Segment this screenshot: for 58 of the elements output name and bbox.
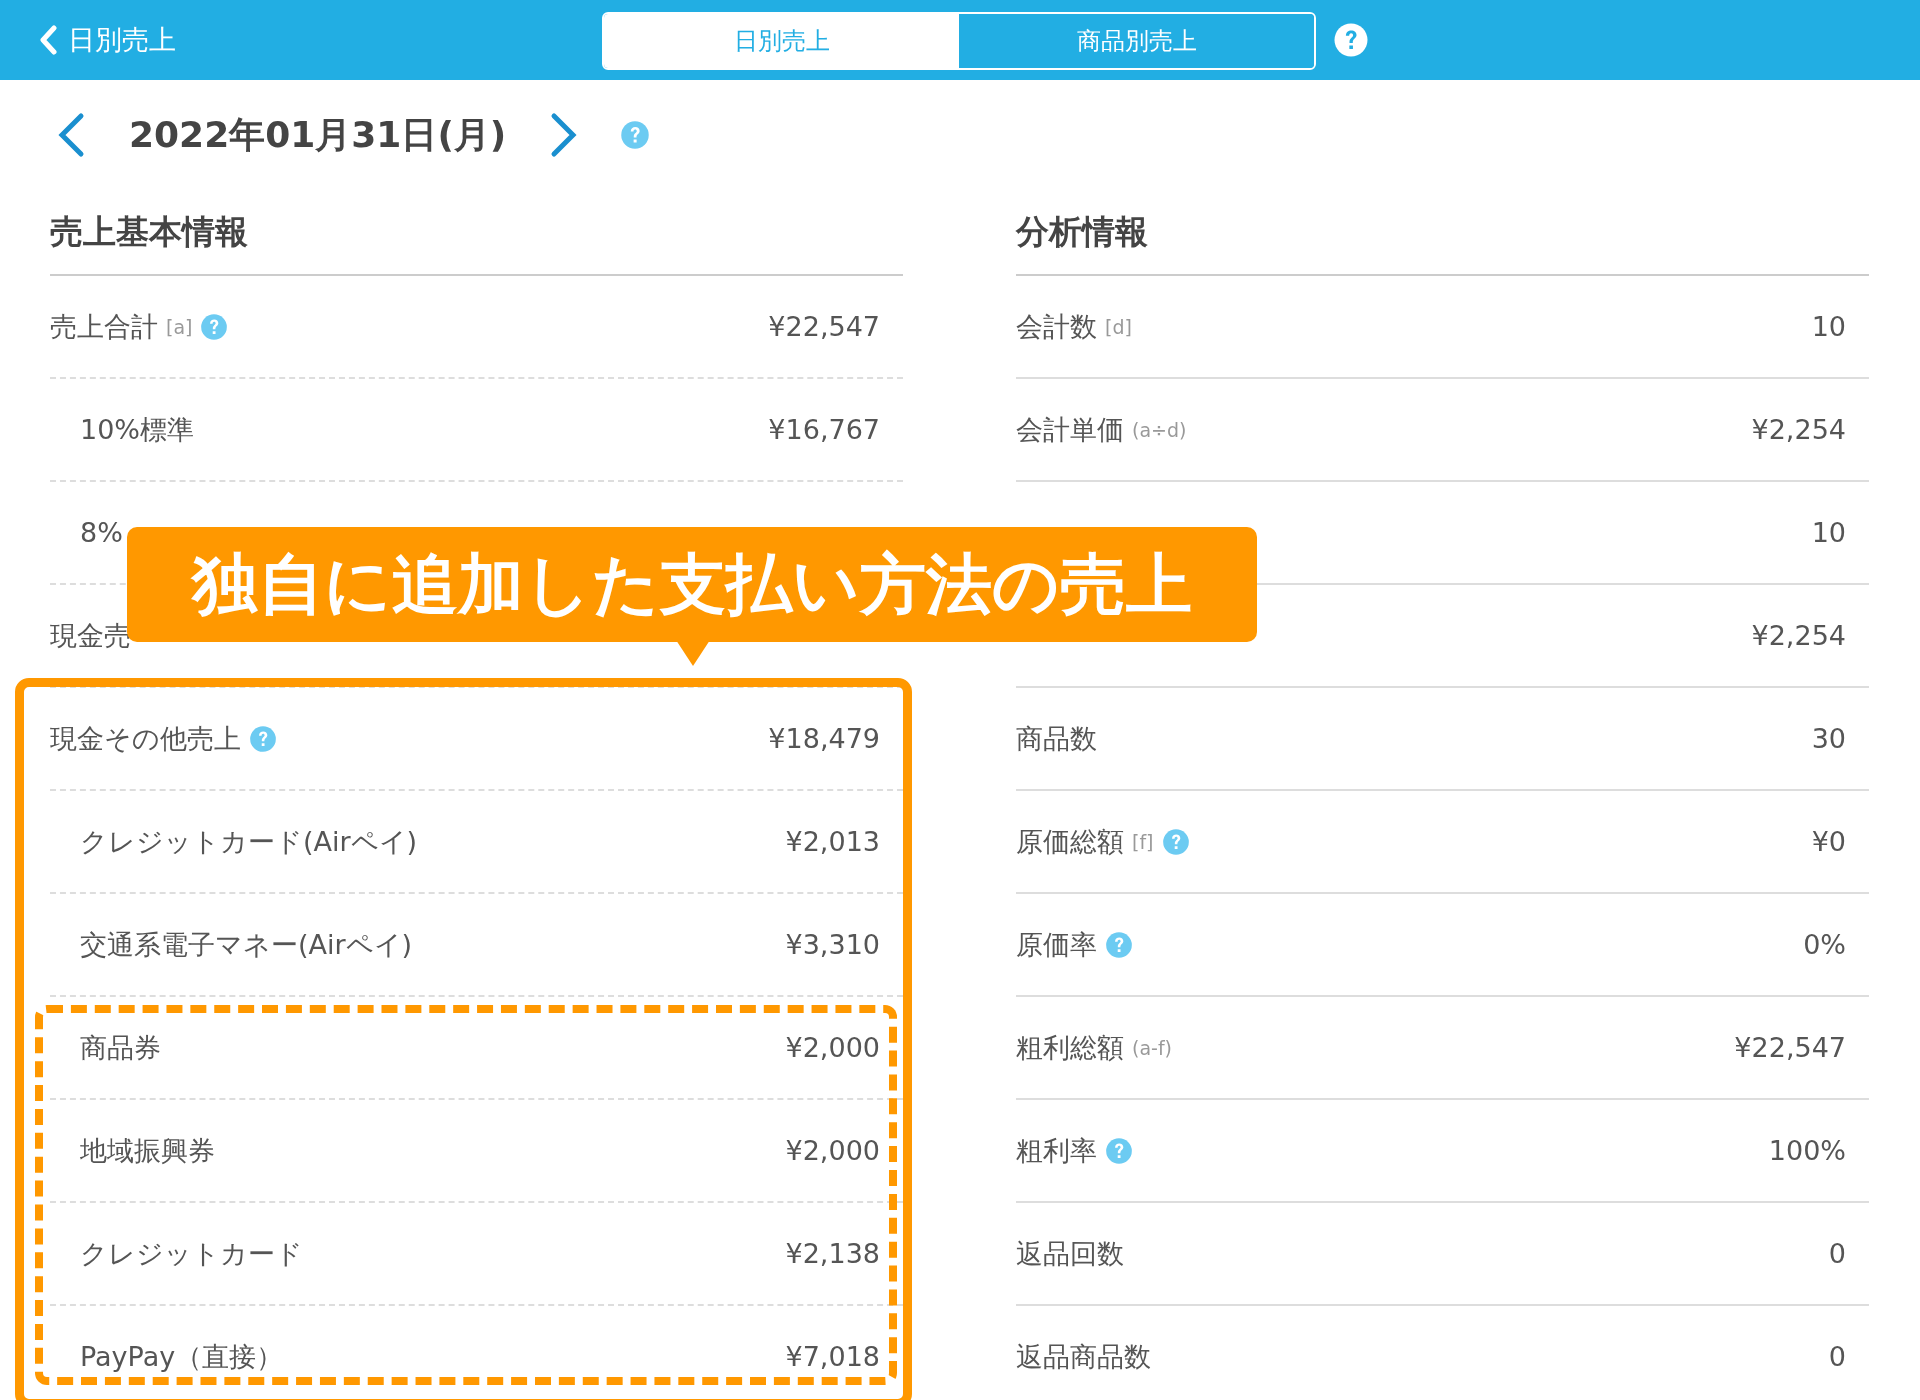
section-title: 分析情報 xyxy=(1016,190,1869,276)
callout-pointer xyxy=(676,640,710,666)
formula-note: [f] xyxy=(1132,830,1154,853)
tab[interactable]: 日別売上 xyxy=(604,14,959,68)
row-label: 原価総額 xyxy=(1016,824,1124,859)
formula-note: (a÷d) xyxy=(1132,418,1187,441)
row-value: 100% xyxy=(1768,1135,1846,1166)
row-label: 返品回数 xyxy=(1016,1236,1124,1271)
row-value: ¥22,547 xyxy=(768,311,880,342)
row-value: ¥2,000 xyxy=(785,1135,880,1166)
row-label: PayPay（直接） xyxy=(80,1339,284,1374)
row-value: ¥18,479 xyxy=(768,723,880,754)
row-label: 8% xyxy=(80,517,123,548)
row-label: クレジットカード(Airペイ) xyxy=(80,824,418,859)
row-label: 商品券 xyxy=(80,1030,161,1065)
row-label: 原価率 xyxy=(1016,927,1097,962)
row-label: 粗利総額 xyxy=(1016,1030,1124,1065)
row-label: 現金その他売上 xyxy=(50,721,241,756)
help-icon[interactable] xyxy=(200,312,229,341)
row-label: 返品商品数 xyxy=(1016,1339,1151,1374)
section-title: 売上基本情報 xyxy=(50,190,903,276)
row-value: 0 xyxy=(1828,1238,1846,1269)
row-value: ¥2,000 xyxy=(785,1032,880,1063)
help-icon[interactable] xyxy=(1161,827,1190,856)
row-value: ¥22,547 xyxy=(1734,1032,1846,1063)
chevron-left-icon xyxy=(38,25,60,55)
row-label: 会計単価 xyxy=(1016,412,1124,447)
row-value: ¥7,018 xyxy=(785,1341,880,1372)
help-icon[interactable] xyxy=(1105,1136,1133,1165)
back-button[interactable]: 日別売上 xyxy=(38,22,176,58)
row-value: 30 xyxy=(1811,723,1846,754)
formula-note: [a] xyxy=(166,315,193,338)
row-value: 10 xyxy=(1811,517,1846,548)
formula-note: (a-f) xyxy=(1132,1036,1172,1059)
row-value: ¥16,767 xyxy=(768,414,880,445)
row-value: ¥2,254 xyxy=(1751,414,1846,445)
row-label: 売上合計 xyxy=(50,309,158,344)
row-value: ¥3,310 xyxy=(785,929,880,960)
row-value: ¥2,138 xyxy=(785,1238,880,1269)
row-label: クレジットカード xyxy=(80,1236,303,1271)
row-label: 交通系電子マネー(Airペイ) xyxy=(80,927,413,962)
help-icon[interactable] xyxy=(620,120,651,150)
row-label: 地域振興券 xyxy=(80,1133,215,1168)
row-label: 商品数 xyxy=(1016,721,1097,756)
row-value: ¥2,013 xyxy=(785,826,880,857)
row-label: 10%標準 xyxy=(80,412,194,447)
row-value: 10 xyxy=(1811,311,1846,342)
row-value: ¥2,254 xyxy=(1751,620,1846,651)
help-icon[interactable] xyxy=(1105,930,1133,959)
row-value: ¥0 xyxy=(1811,826,1846,857)
help-icon[interactable] xyxy=(1333,22,1369,58)
date-label: 2022年01月31日(月) xyxy=(129,112,507,157)
row-label: 粗利率 xyxy=(1016,1133,1097,1168)
row-value: 0% xyxy=(1803,929,1846,960)
help-icon[interactable] xyxy=(249,724,277,753)
formula-note: [d] xyxy=(1105,315,1132,338)
row-label: 会計数 xyxy=(1016,309,1097,344)
row-value: 0 xyxy=(1828,1341,1846,1372)
